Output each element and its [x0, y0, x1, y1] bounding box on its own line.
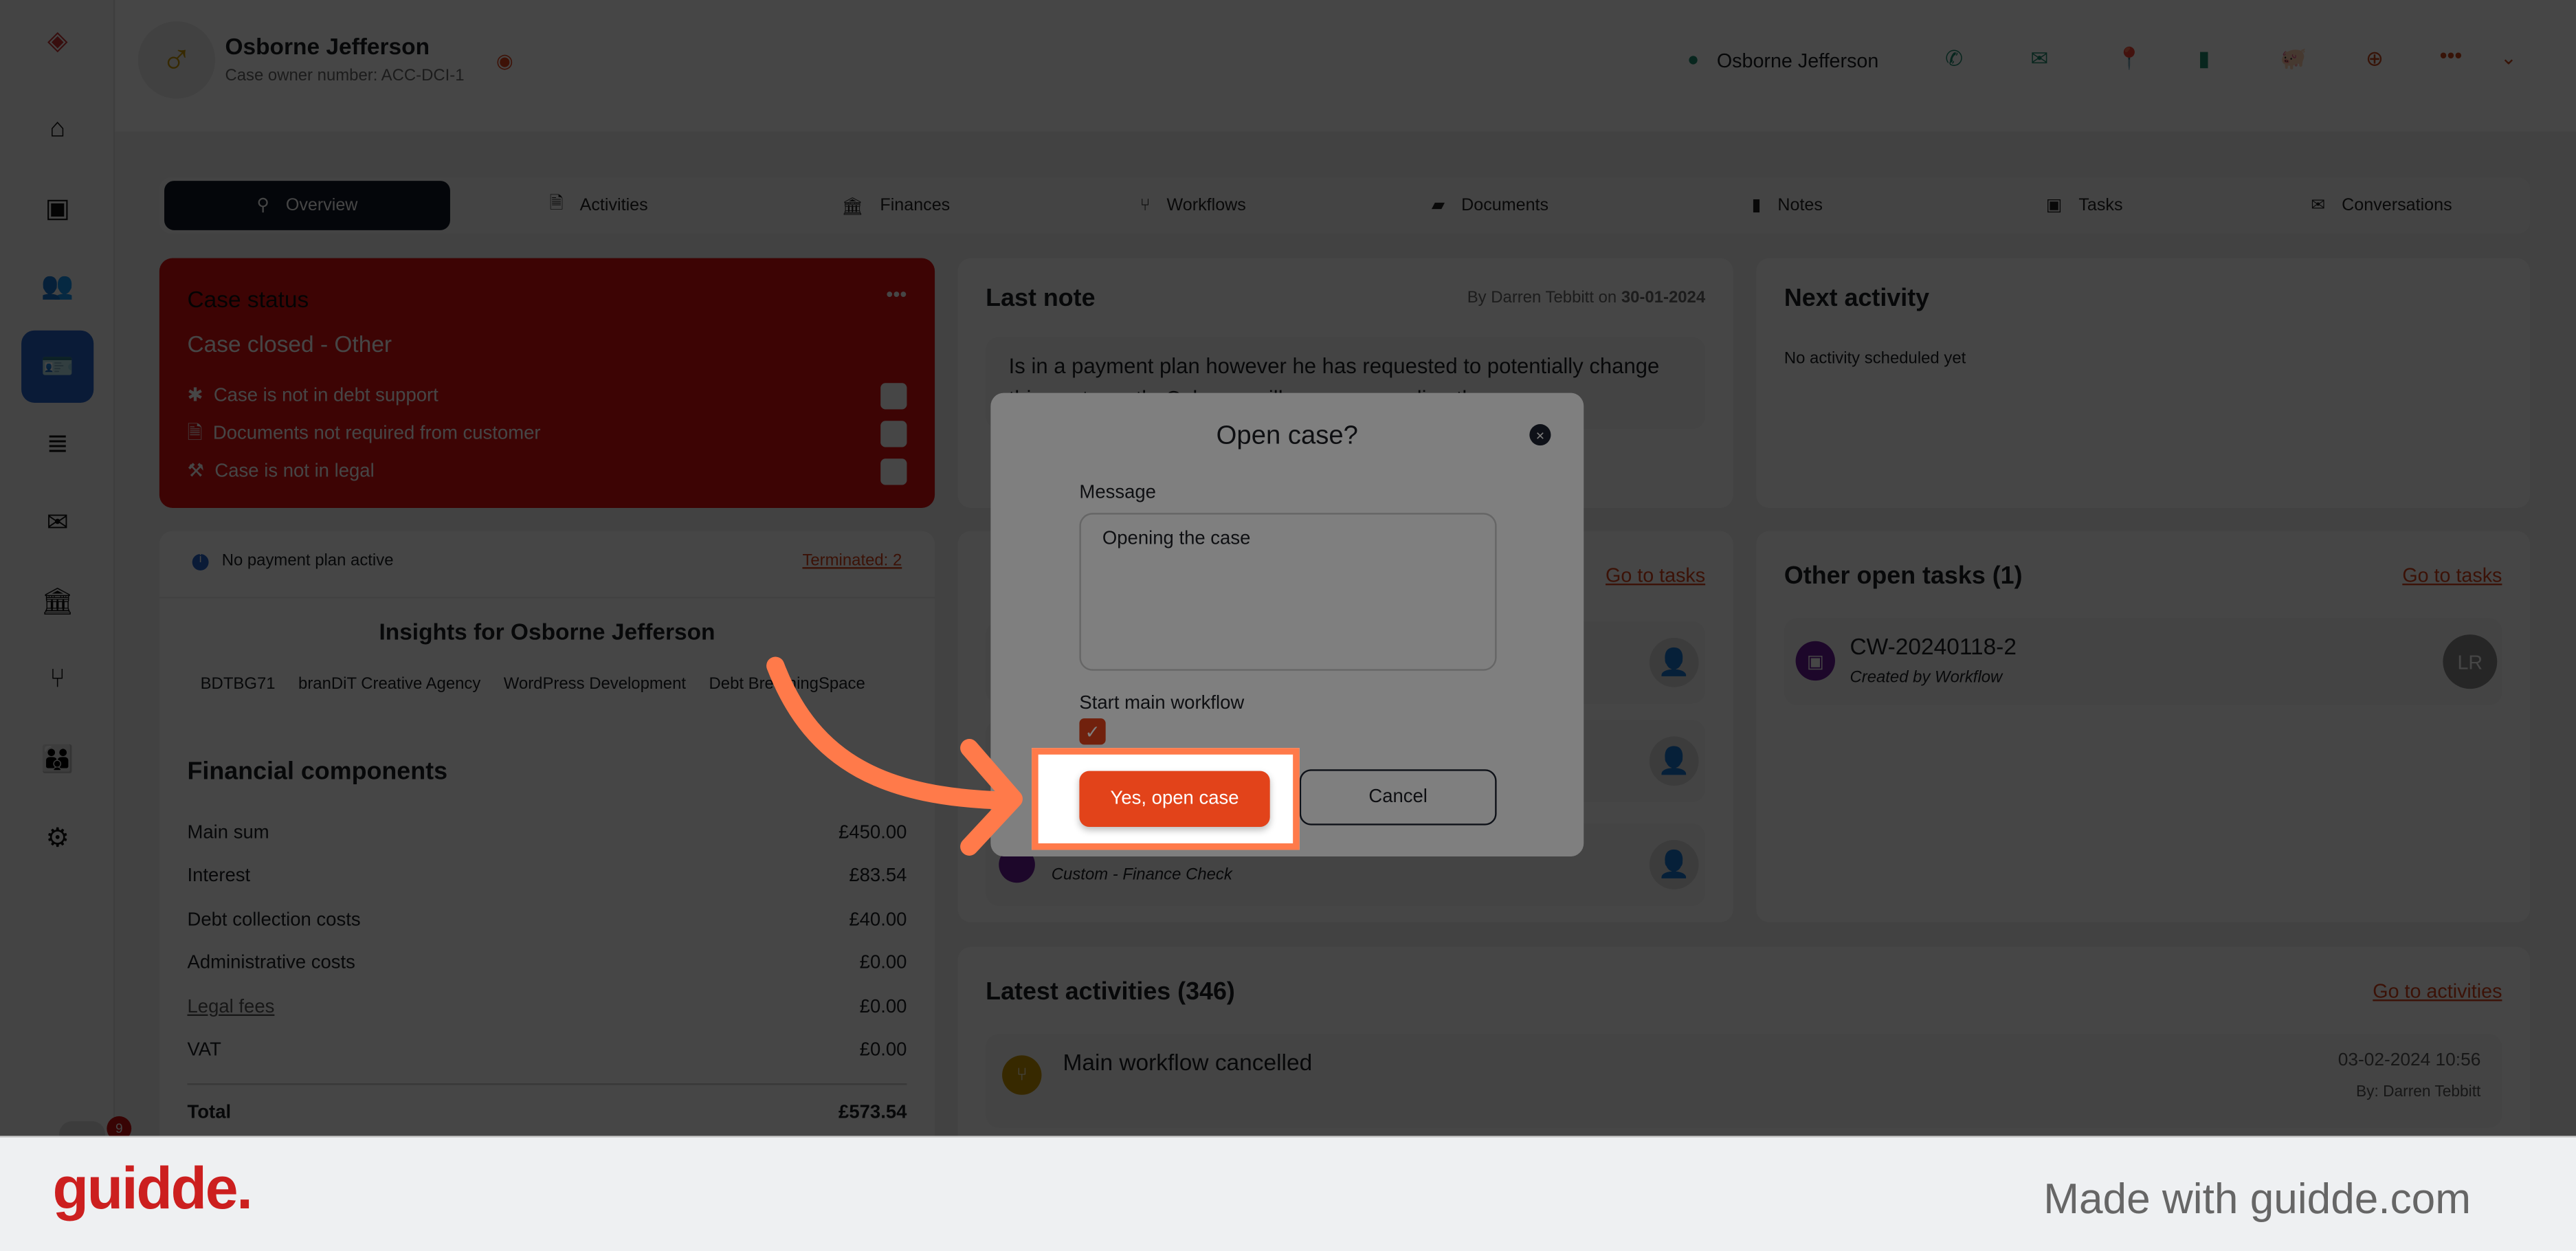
pointer-arrow-icon	[766, 656, 1023, 856]
footer-tagline: Made with guidde.com	[2043, 1173, 2472, 1224]
guidde-footer: guidde. Made with guidde.com	[0, 1136, 2576, 1251]
guidde-logo: guidde.	[52, 1153, 253, 1221]
